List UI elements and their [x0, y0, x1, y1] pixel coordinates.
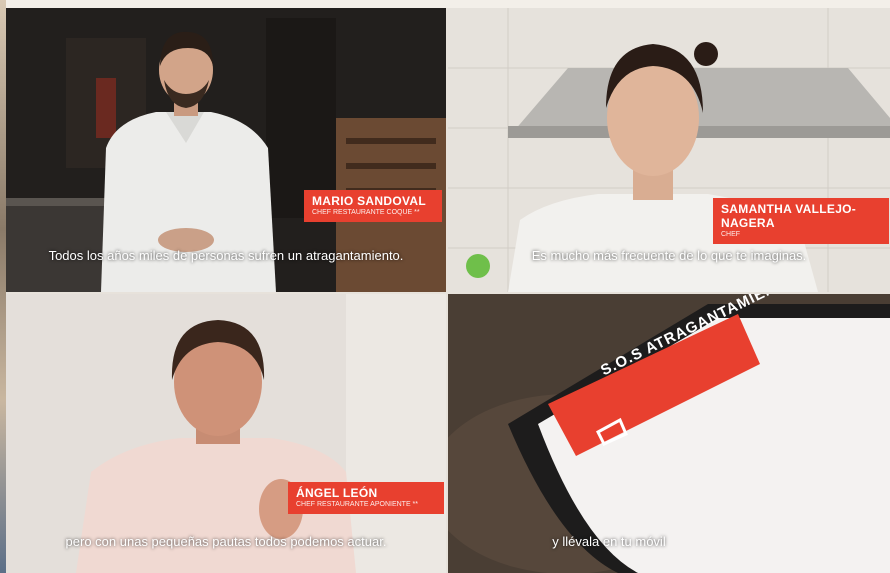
video-panel-mario-sandoval: MARIO SANDOVAL CHEF RESTAURANTE COQUE **… [6, 8, 446, 292]
person-role: CHEF RESTAURANTE APONIENTE ** [296, 501, 419, 508]
name-tag: MARIO SANDOVAL CHEF RESTAURANTE COQUE ** [304, 190, 442, 222]
subtitle: Todos los años miles de personas sufren … [48, 248, 404, 263]
subtitle: pero con unas pequeñas pautas todos pode… [65, 534, 387, 549]
top-edge-strip [0, 0, 890, 8]
person-name: MARIO SANDOVAL [312, 194, 426, 208]
video-panel-app-tablet: S.O.S ATRAGANTAMIENTO y llévala en tu mó… [448, 294, 890, 573]
person-name: ÁNGEL LEÓN [296, 486, 378, 500]
name-tag: SAMANTHA VALLEJO-NAGERA CHEF [713, 198, 889, 244]
person-role: CHEF RESTAURANTE COQUE ** [312, 209, 420, 216]
chef-angel-illustration [6, 294, 446, 573]
subtitle: Es mucho más frecuente de lo que te imag… [531, 248, 807, 263]
video-panel-samantha-vallejo-nagera: SAMANTHA VALLEJO-NAGERA CHEF Es mucho má… [448, 8, 890, 292]
subtitle: y llévala en tu móvil [552, 534, 666, 549]
video-panel-angel-leon: ÁNGEL LEÓN CHEF RESTAURANTE APONIENTE **… [6, 294, 446, 573]
name-tag: ÁNGEL LEÓN CHEF RESTAURANTE APONIENTE ** [288, 482, 444, 514]
person-role: CHEF [721, 231, 741, 238]
person-name: SAMANTHA VALLEJO-NAGERA [721, 202, 857, 230]
